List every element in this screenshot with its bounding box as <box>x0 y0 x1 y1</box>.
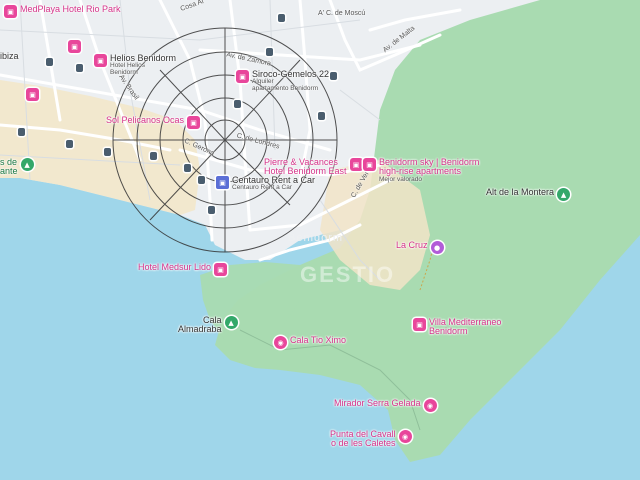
poi-hotel-marker[interactable]: ▣ <box>26 88 39 101</box>
poi-name: La Cruz <box>396 240 428 250</box>
poi-centauro[interactable]: ▣ Centauro Rent a Car Centauro Rent a Ca… <box>216 175 315 192</box>
bus-stop-icon[interactable] <box>234 100 241 108</box>
bus-stop-icon[interactable] <box>104 148 111 156</box>
car-icon: ▣ <box>216 176 229 189</box>
poi-villa-mediterraneo[interactable]: ▣ Villa Mediterraneo Benidorm <box>413 317 501 337</box>
hotel-icon: ▣ <box>94 54 107 67</box>
poi-name: ante <box>0 166 18 177</box>
camera-icon: ◉ <box>423 399 437 412</box>
poi-mirador[interactable]: Mirador Serra Gelada ◉ <box>334 398 437 412</box>
bus-stop-icon[interactable] <box>184 164 191 172</box>
poi-name: MedPlaya Hotel Rio Park <box>20 4 121 14</box>
poi-name: Benidorm <box>429 326 468 337</box>
hotel-icon: ▣ <box>363 158 376 171</box>
hotel-icon: ▣ <box>413 318 426 331</box>
hotel-icon: ▣ <box>26 88 39 101</box>
park-icon: ▲ <box>557 188 571 201</box>
hotel-icon: ▣ <box>187 116 201 129</box>
street-label: A' C. de Moscú <box>318 10 366 17</box>
poi-alt-montera[interactable]: Alt de la Montera ▲ <box>486 187 571 201</box>
park-icon: ▲ <box>224 316 238 329</box>
bus-stop-icon[interactable] <box>150 152 157 160</box>
poi-hotel-marker[interactable]: ▣ <box>68 40 81 53</box>
poi-name: Almadraba <box>178 324 222 335</box>
bus-stop-icon[interactable] <box>198 176 205 184</box>
watermark: GESTIO <box>300 262 396 287</box>
hotel-icon: ▣ <box>68 40 81 53</box>
poi-name: Cala Tio Ximo <box>290 335 347 345</box>
poi-name: o de les Caletes <box>331 438 396 449</box>
bus-stop-icon[interactable] <box>278 14 285 22</box>
map-canvas[interactable]: Benidorm GESTIO Av. de Zamora A' C. de M… <box>0 0 640 480</box>
poi-sub: Centauro Rent a Car <box>232 184 292 192</box>
bus-stop-icon[interactable] <box>66 140 73 148</box>
poi-name: Alt de la Montera <box>486 187 555 197</box>
hotel-icon: ▣ <box>214 263 228 276</box>
hotel-icon: ▣ <box>349 158 363 171</box>
bus-stop-icon[interactable] <box>76 64 83 72</box>
bus-stop-icon[interactable] <box>266 48 273 56</box>
poi-benidorm-sky[interactable]: ▣ Benidorm sky | Benidorm high-rise apar… <box>363 157 479 184</box>
bus-stop-icon[interactable] <box>318 112 325 120</box>
monument-icon: ● <box>430 241 444 254</box>
poi-name: Mirador Serra Gelada <box>334 398 421 408</box>
area-label: Benidorm <box>288 232 344 244</box>
bus-stop-icon[interactable] <box>208 206 215 214</box>
poi-name: Sol Pelicanos Ocas <box>106 115 185 125</box>
poi-helios[interactable]: ▣ Helios Benidorm Hotel Helios Benidorm <box>94 53 176 77</box>
poi-left-hotel[interactable]: ibiza <box>0 51 19 61</box>
poi-sub: Benidorm <box>110 69 138 77</box>
poi-sol-pelicanos[interactable]: Sol Pelicanos Ocas ▣ <box>106 115 201 129</box>
camera-icon: ◉ <box>274 336 287 349</box>
bus-stop-icon[interactable] <box>330 72 337 80</box>
poi-sub: apartamento Benidorm <box>252 85 319 93</box>
hotel-icon: ▣ <box>236 70 249 83</box>
poi-punta-cavall[interactable]: Punta del Cavall o de les Caletes ◉ <box>330 429 412 449</box>
park-icon: ▲ <box>20 158 34 171</box>
hotel-icon: ▣ <box>4 5 17 18</box>
poi-left-park[interactable]: s de ante ▲ <box>0 157 34 177</box>
bus-stop-icon[interactable] <box>18 128 25 136</box>
camera-icon: ◉ <box>398 430 412 443</box>
bus-stop-icon[interactable] <box>46 58 53 66</box>
poi-medplaya[interactable]: ▣ MedPlaya Hotel Rio Park <box>4 4 121 18</box>
poi-medsur-lido[interactable]: Hotel Medsur Lido ▣ <box>138 262 228 276</box>
poi-name: ibiza <box>0 51 19 61</box>
poi-siroco[interactable]: ▣ Siroco-Gemelos 22 Alquiler apartamento… <box>236 69 329 93</box>
poi-name: Hotel Medsur Lido <box>138 262 212 272</box>
poi-cala-tio-ximo[interactable]: ◉ Cala Tio Ximo <box>274 335 347 349</box>
poi-la-cruz[interactable]: La Cruz ● <box>396 240 444 254</box>
poi-sub: Mejor valorado <box>379 175 422 183</box>
poi-cala-almadraba[interactable]: Cala Almadraba ▲ <box>178 315 238 335</box>
